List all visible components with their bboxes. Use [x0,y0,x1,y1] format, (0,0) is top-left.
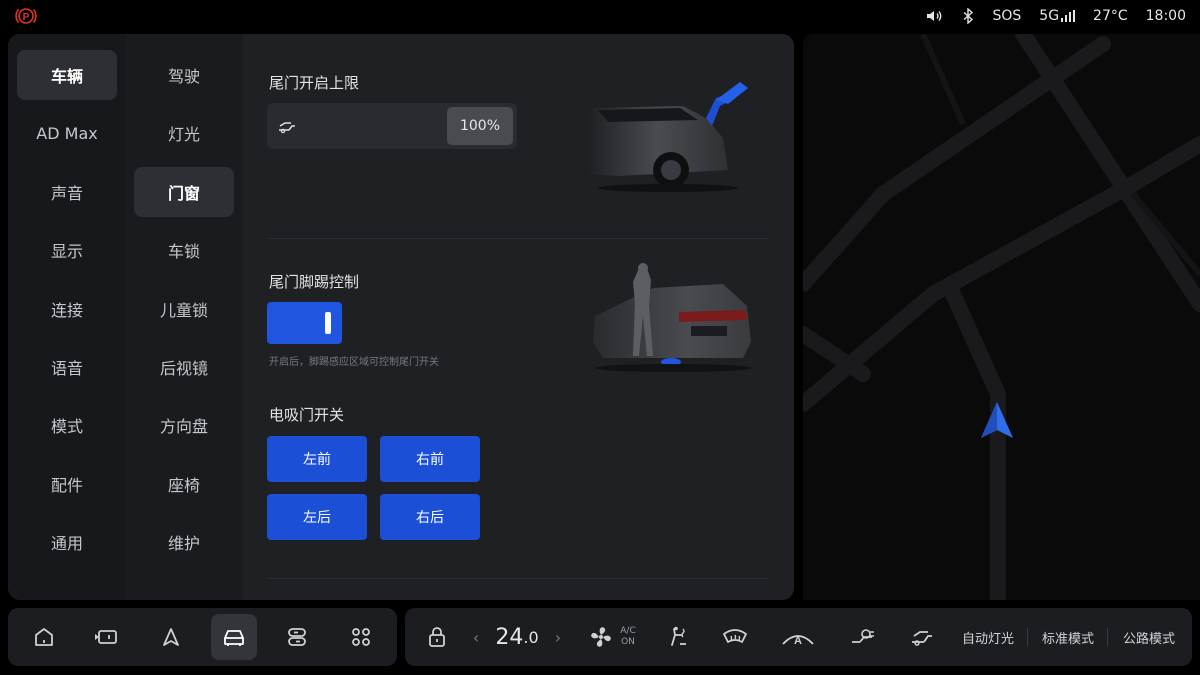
ac-label: A/C [620,626,636,636]
media-button[interactable] [84,614,130,660]
subnav-child-lock[interactable]: 儿童锁 [134,284,234,334]
road-mode[interactable]: 公路模式 [1114,608,1184,666]
subnav-seats[interactable]: 座椅 [134,459,234,509]
svg-text:P: P [23,12,30,23]
network-indicator: 5G [1039,8,1076,24]
kick-control-title: 尾门脚踢控制 [269,273,360,291]
lock-icon [429,627,445,647]
fan-button[interactable] [585,608,617,666]
navigation-map[interactable] [803,34,1200,600]
chevron-left-icon: ‹ [472,627,480,647]
primary-nav: 车辆 AD Max 声音 显示 连接 语音 模式 配件 通用 [8,34,125,600]
front-defrost-icon [723,629,747,643]
subnav-doors-windows[interactable]: 门窗 [134,167,234,217]
tailgate-button[interactable] [907,608,937,666]
ac-status[interactable]: A/C ON [618,608,638,666]
charge-port-button[interactable] [846,608,878,666]
map-roads [803,34,1200,600]
door-front-left-button[interactable]: 左前 [267,436,367,482]
subnav-lights[interactable]: 灯光 [134,108,234,158]
mode-separator [1027,628,1028,646]
fan-icon [591,627,611,647]
toggle-knob [325,312,331,334]
mode-separator [1107,628,1108,646]
charge-port-icon [852,629,874,643]
outside-temperature: 27°C [1093,8,1128,24]
nav-vehicle[interactable]: 车辆 [17,50,117,100]
bluetooth-icon[interactable] [962,8,974,24]
door-front-right-button[interactable]: 右前 [380,436,480,482]
nav-mode[interactable]: 模式 [17,400,117,450]
auto-lights-mode[interactable]: 自动灯光 [953,608,1023,666]
seat-heat-icon [671,626,686,646]
chevron-right-icon: › [554,627,562,647]
nav-accessories[interactable]: 配件 [17,459,117,509]
signal-icon [1061,10,1076,22]
kick-sensor-car-image [593,263,751,372]
parking-brake-icon: P [15,8,37,24]
subnav-mirrors[interactable]: 后视镜 [134,342,234,392]
tailgate-limit-title: 尾门开启上限 [269,74,360,92]
kick-control-toggle[interactable] [267,302,342,344]
tailgate-car-image [588,82,748,192]
section-divider [267,238,769,239]
home-icon [35,628,53,646]
volume-icon[interactable] [926,9,944,23]
nav-connection[interactable]: 连接 [17,284,117,334]
temperature-up-button[interactable]: › [549,608,567,666]
auto-wiper-button[interactable]: A [780,608,816,666]
temperature-value: 24 [495,624,524,650]
navigation-button[interactable] [148,614,194,660]
toggles-icon [288,628,306,646]
vehicle-settings-button[interactable] [211,614,257,660]
subnav-maintenance[interactable]: 维护 [134,517,234,567]
settings-panel: 车辆 AD Max 声音 显示 连接 语音 模式 配件 通用 驾驶 灯光 门窗 … [8,34,794,600]
subnav-driving[interactable]: 驾驶 [134,50,234,100]
navigation-icon [163,628,179,646]
auto-wiper-icon: A [782,635,814,647]
media-icon [95,630,117,644]
apps-button[interactable] [338,614,384,660]
sos-label[interactable]: SOS [992,8,1021,24]
door-rear-left-button[interactable]: 左后 [267,494,367,540]
temperature-decimal: .0 [523,627,539,647]
standard-mode[interactable]: 标准模式 [1033,608,1103,666]
nav-ad-max[interactable]: AD Max [17,108,117,158]
clock: 18:00 [1145,8,1186,24]
climate-bar: ‹ 24.0 › A/C ON A 自动灯光 标准模式 公路模式 [405,608,1192,666]
tailgate-limit-value[interactable]: 100% [447,107,513,145]
subnav-steering[interactable]: 方向盘 [134,400,234,450]
nav-display[interactable]: 显示 [17,225,117,275]
section-divider [267,578,769,579]
secondary-nav: 驾驶 灯光 门窗 车锁 儿童锁 后视镜 方向盘 座椅 维护 [125,34,243,600]
seat-heating-button[interactable] [663,608,693,666]
front-defrost-button[interactable] [720,608,750,666]
ac-state-label: ON [621,637,635,647]
tailgate-icon [279,122,295,134]
tailgate-icon [912,631,932,646]
home-button[interactable] [21,614,67,660]
tailgate-limit-slider[interactable]: 100% [267,103,517,149]
nav-sound[interactable]: 声音 [17,167,117,217]
navigation-arrow-icon [981,402,1013,438]
door-rear-right-button[interactable]: 右后 [380,494,480,540]
svg-text:A: A [794,635,802,647]
apps-grid-icon [352,628,370,646]
network-label: 5G [1039,8,1060,24]
temperature-display[interactable]: 24.0 [491,608,543,666]
temperature-down-button[interactable]: ‹ [467,608,485,666]
controls-button[interactable] [274,614,320,660]
status-bar: P SOS 5G 27°C 18:00 [0,0,1200,32]
settings-content: 尾门开启上限 100% 尾门脚踢控制 开启后，脚踢感应区域可控制尾门开关 电吸门… [243,34,794,600]
subnav-locks[interactable]: 车锁 [134,225,234,275]
nav-voice[interactable]: 语音 [17,342,117,392]
nav-general[interactable]: 通用 [17,517,117,567]
electric-door-title: 电吸门开关 [269,406,345,424]
car-icon [224,630,244,646]
lock-button[interactable] [419,608,455,666]
app-dock [8,608,397,666]
kick-control-hint: 开启后，脚踢感应区域可控制尾门开关 [269,357,439,368]
